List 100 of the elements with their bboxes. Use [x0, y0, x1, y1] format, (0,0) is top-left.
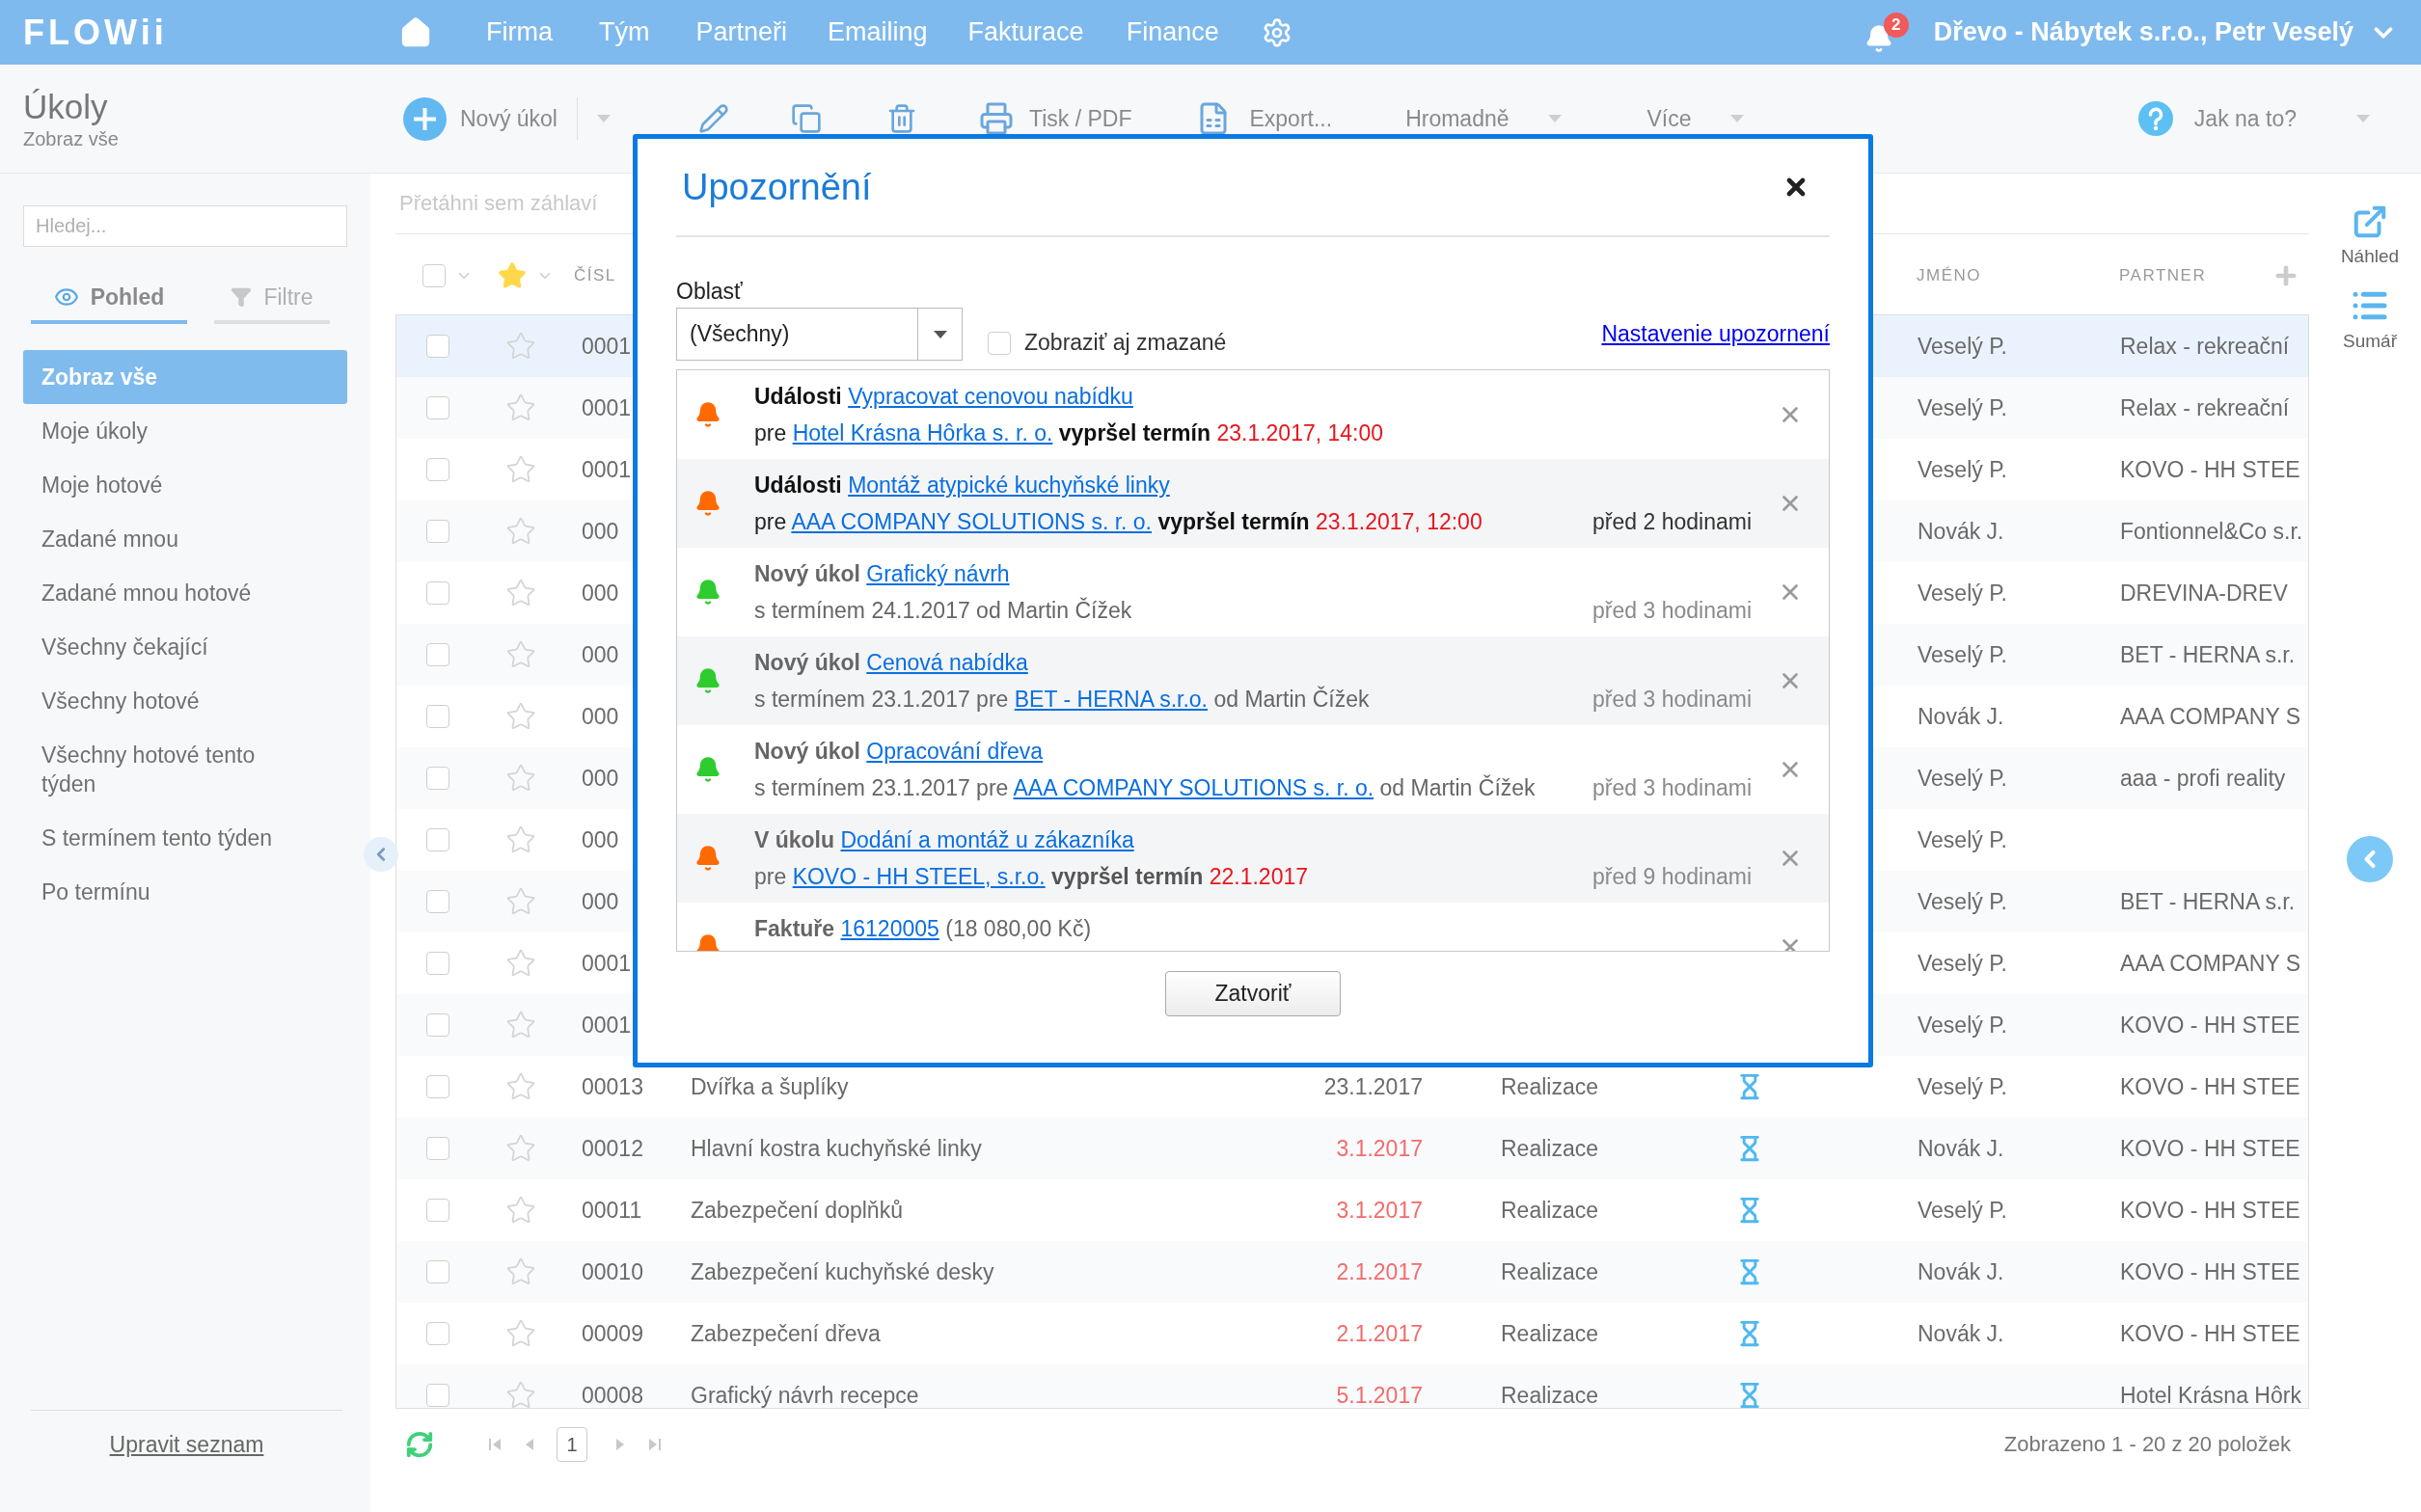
table-cell-text: AAA COMPANY S	[2119, 703, 2302, 730]
sidebar-item[interactable]: Po termínu	[23, 865, 347, 919]
preview-button[interactable]: Náhled	[2340, 203, 2400, 267]
star-icon[interactable]	[505, 701, 536, 732]
print-button[interactable]: Tisk / PDF	[979, 101, 1132, 136]
table-cell-text: KOVO - HH STEE	[2119, 1258, 2301, 1285]
last-page-icon[interactable]	[647, 1437, 663, 1452]
notification-link[interactable]: Vypracovat cenovou nabídku	[848, 383, 1133, 409]
table-row[interactable]: 00008 Grafický návrh recepce 5.1.2017 Realizace Hotel Krásna Hôrk	[396, 1364, 2308, 1408]
table-cell-text: Realizace	[1500, 1135, 1599, 1162]
select-all-checkbox[interactable]	[422, 264, 446, 287]
sidebar-item[interactable]: Zadané mnou hotové	[23, 566, 347, 620]
star-icon[interactable]	[505, 1380, 536, 1408]
notification-time: před 9 hodinami	[1591, 863, 1752, 890]
notification-link[interactable]: Cenová nabídka	[866, 649, 1028, 675]
notification-detail: s termínem 23.1.2017 pre BET - HERNA s.r.o. od Martin Čížek	[754, 686, 1371, 713]
star-icon[interactable]	[505, 824, 536, 855]
sidebar-item[interactable]: Zadané mnou	[23, 512, 347, 566]
copy-icon[interactable]	[791, 103, 822, 134]
sidebar-item[interactable]: Moje úkoly	[23, 404, 347, 458]
row-checkbox[interactable]	[426, 1013, 449, 1037]
notification-link[interactable]: 16120005	[840, 915, 939, 941]
row-checkbox[interactable]	[426, 335, 449, 358]
sidebar-item[interactable]: Moje hotové	[23, 458, 347, 512]
refresh-icon[interactable]	[405, 1430, 434, 1459]
sidebar-item[interactable]: Všechny hotové tento týden	[23, 728, 347, 811]
star-icon[interactable]	[498, 261, 527, 290]
notification-link[interactable]: KOVO - HH STEEL, s.r.o.	[792, 863, 1046, 889]
row-checkbox[interactable]	[426, 767, 449, 790]
close-button[interactable]: Zatvoriť	[1165, 971, 1341, 1016]
row-checkbox[interactable]	[426, 1384, 449, 1407]
star-icon[interactable]	[505, 1133, 536, 1164]
new-task-button[interactable]: Nový úkol	[403, 96, 558, 141]
table-cell-text: Veselý P.	[1917, 888, 2008, 915]
notification-link[interactable]: AAA COMPANY SOLUTIONS s. r. o.	[791, 508, 1152, 534]
row-checkbox[interactable]	[426, 1137, 449, 1160]
expand-panel-button[interactable]	[2347, 836, 2393, 882]
row-checkbox[interactable]	[426, 1075, 449, 1098]
show-deleted-checkbox[interactable]: Zobraziť aj zmazané	[988, 330, 1227, 356]
more-menu-button[interactable]: Více	[1646, 105, 1744, 132]
star-icon[interactable]	[505, 886, 536, 917]
notification-link[interactable]: Grafický návrh	[866, 560, 1010, 586]
table-row[interactable]: 00012 Hlavní kostra kuchyňské linky 3.1.2017 Realizace Novák J. KOVO - HH STEE	[396, 1118, 2308, 1179]
star-icon[interactable]	[505, 578, 536, 608]
search-field[interactable]: Hledej...	[23, 205, 347, 247]
view-tab[interactable]: Pohled	[31, 274, 187, 324]
notification-link[interactable]: BET - HERNA s.r.o.	[1014, 686, 1208, 712]
table-cell-text: BET - HERNA s.r.	[2119, 888, 2297, 915]
row-checkbox[interactable]	[426, 1260, 449, 1283]
first-page-icon[interactable]	[487, 1437, 503, 1452]
plus-circle-icon	[403, 96, 447, 141]
notification-link[interactable]: Dodání a montáž u zákazníka	[840, 826, 1134, 852]
star-icon[interactable]	[505, 331, 536, 362]
row-checkbox[interactable]	[426, 581, 449, 605]
row-checkbox[interactable]	[426, 520, 449, 543]
bulk-menu-button[interactable]: Hromadně	[1405, 105, 1562, 132]
export-button[interactable]: Export...	[1196, 101, 1333, 136]
edit-list-link[interactable]: Upravit seznam	[109, 1432, 264, 1461]
notifications-button[interactable]: 2	[1863, 12, 1909, 53]
sidebar-item[interactable]: Všechny čekající	[23, 620, 347, 674]
row-checkbox[interactable]	[426, 643, 449, 666]
home-icon[interactable]	[399, 15, 432, 49]
star-icon[interactable]	[505, 639, 536, 670]
table-row[interactable]: 00010 Zabezpečení kuchyňské desky 2.1.2017 Realizace Novák J. KOVO - HH STEE	[396, 1241, 2308, 1303]
star-icon[interactable]	[505, 1256, 536, 1287]
row-checkbox[interactable]	[426, 1199, 449, 1222]
trash-icon[interactable]	[886, 103, 917, 134]
star-icon[interactable]	[505, 1195, 536, 1226]
notification-time: před 3 hodinami	[1591, 774, 1752, 801]
row-checkbox[interactable]	[426, 1322, 449, 1345]
star-icon[interactable]	[505, 392, 536, 423]
table-cell-text: 000	[581, 826, 620, 853]
table-cell-text: Veselý P.	[1917, 1012, 2008, 1039]
sidebar-item[interactable]: S termínem tento týden	[23, 811, 347, 865]
star-icon[interactable]	[505, 1071, 536, 1102]
star-icon[interactable]	[505, 516, 536, 547]
row-checkbox[interactable]	[426, 396, 449, 419]
row-checkbox[interactable]	[426, 828, 449, 851]
page-number[interactable]: 1	[557, 1427, 587, 1462]
notification-link[interactable]: Opracování dřeva	[866, 738, 1044, 764]
star-icon[interactable]	[505, 454, 536, 485]
star-icon[interactable]	[505, 763, 536, 794]
notification-settings-link[interactable]: Nastavenie upozornení	[1601, 321, 1830, 347]
notification-link[interactable]: AAA COMPANY SOLUTIONS s. r. o.	[1013, 774, 1374, 800]
row-checkbox[interactable]	[426, 458, 449, 481]
help-button[interactable]: Jak na to?	[2137, 101, 2370, 136]
notification-link[interactable]: Montáž atypické kuchyňské linky	[848, 472, 1170, 498]
area-select[interactable]: (Všechny)	[676, 308, 963, 361]
notification-link[interactable]: Hotel Krásna Hôrka s. r. o.	[792, 419, 1053, 446]
sidebar-item[interactable]: Všechny hotové	[23, 674, 347, 728]
edit-icon[interactable]	[698, 103, 729, 134]
notification-time: před 3 hodinami	[1591, 597, 1752, 624]
row-checkbox[interactable]	[426, 705, 449, 728]
summary-button[interactable]: Sumář	[2343, 286, 2397, 352]
row-checkbox[interactable]	[426, 890, 449, 913]
star-icon[interactable]	[505, 1010, 536, 1040]
star-icon[interactable]	[505, 1318, 536, 1349]
star-icon[interactable]	[505, 948, 536, 979]
row-checkbox[interactable]	[426, 952, 449, 975]
column-header[interactable]: PARTNER	[2119, 266, 2207, 285]
